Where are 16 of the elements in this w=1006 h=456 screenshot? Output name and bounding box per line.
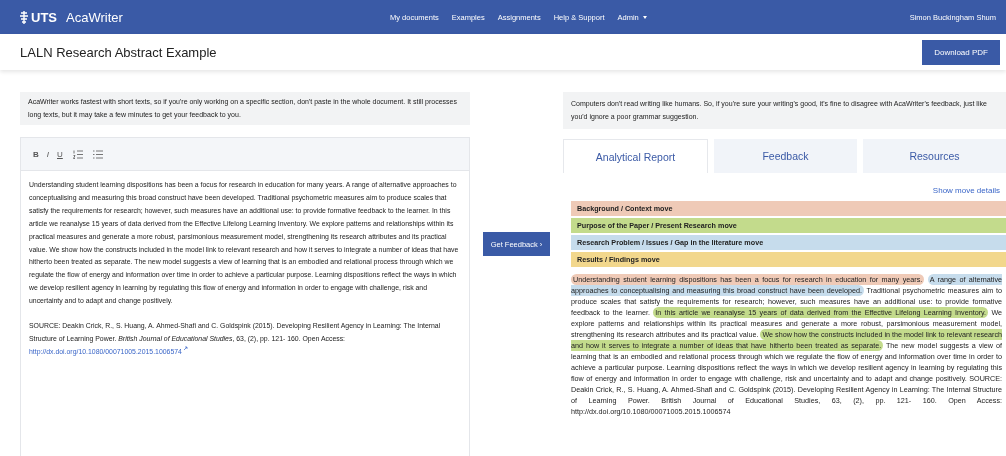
report-tab[interactable]: Feedback (714, 139, 857, 173)
bullet-list-icon[interactable] (92, 149, 103, 159)
report-tab[interactable]: Analytical Report (563, 139, 708, 173)
uts-logo[interactable]: UTS (31, 9, 57, 25)
download-pdf-button[interactable]: Download PDF (922, 39, 1000, 65)
format-button[interactable]: I (46, 149, 49, 159)
report-tab[interactable]: Resources (863, 139, 1006, 173)
page-title: LALN Research Abstract Example (20, 44, 217, 60)
crest-icon (20, 10, 28, 24)
external-link-icon (182, 345, 188, 351)
show-details-link[interactable]: Show move details (932, 186, 1000, 195)
format-button[interactable]: B (33, 149, 39, 159)
app-name[interactable]: AcaWriter (66, 9, 123, 25)
text-editor[interactable] (20, 137, 470, 456)
format-button[interactable]: U (57, 149, 63, 159)
numbered-list-icon[interactable] (72, 149, 83, 159)
